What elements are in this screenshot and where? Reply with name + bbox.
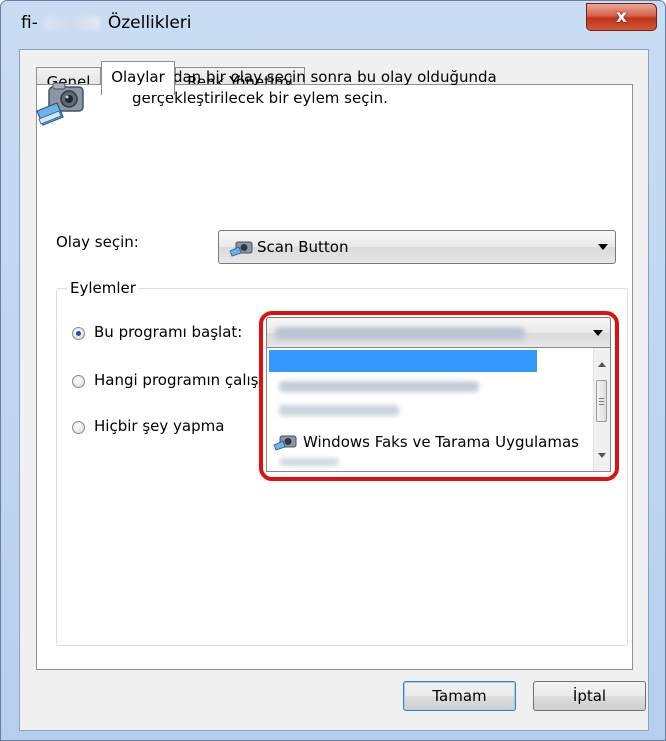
ok-button-label: Tamam [432, 687, 487, 705]
redacted-list-item [279, 405, 399, 416]
redacted-list-item [279, 381, 479, 392]
chevron-down-icon [593, 330, 603, 336]
cancel-button-label: İptal [572, 687, 607, 705]
radio-ask-program[interactable] [72, 375, 85, 388]
radio-do-nothing[interactable] [72, 421, 85, 434]
window-title: fi- Özellikleri [21, 13, 192, 33]
redacted-selected-program [275, 327, 525, 340]
event-select-value: Scan Button [257, 238, 349, 256]
instruction-text: Aşağıdan bir olay seçin sonra bu olay ol… [132, 67, 552, 109]
properties-window: fi- Özellikleri x Genel Olaylar Renk Yöne… [0, 0, 666, 741]
list-item-windows-fax-scan[interactable]: Windows Faks ve Tarama Uygulamas [269, 431, 579, 453]
scroll-down-icon[interactable] [598, 453, 606, 458]
event-select-label: Olay seçin: [56, 233, 139, 251]
title-bar[interactable]: fi- Özellikleri x [1, 1, 665, 45]
radio-start-program-label: Bu programı başlat: [94, 323, 243, 341]
redacted-device-name [43, 16, 100, 30]
instruction-line-2: gerçekleştirilecek bir eylem seçin. [132, 89, 388, 107]
list-item-selected[interactable] [269, 350, 537, 372]
list-scrollbar[interactable] [593, 348, 610, 471]
program-options-list[interactable]: Windows Faks ve Tarama Uygulamas [266, 347, 611, 472]
close-icon: x [616, 7, 627, 27]
radio-ask-program-label: Hangi programın çalış [94, 371, 259, 389]
scanner-camera-icon [36, 82, 84, 126]
title-prefix: fi- [21, 13, 38, 33]
cancel-button[interactable]: İptal [533, 681, 646, 711]
title-suffix: Özellikleri [107, 13, 192, 33]
scroll-up-icon[interactable] [598, 362, 606, 367]
close-button[interactable]: x [586, 3, 657, 31]
scanner-icon [273, 435, 297, 451]
chevron-down-icon [598, 244, 608, 250]
radio-start-program[interactable] [72, 327, 85, 340]
tab-label: Olaylar [111, 67, 165, 86]
ok-button[interactable]: Tamam [403, 681, 516, 711]
scroll-thumb[interactable] [596, 380, 607, 422]
tab-olaylar[interactable]: Olaylar [101, 61, 175, 95]
instruction-line-1: Aşağıdan bir olay seçin sonra bu olay ol… [132, 68, 497, 86]
scanner-icon [229, 241, 253, 257]
event-select-dropdown[interactable]: Scan Button [218, 230, 616, 264]
actions-group-label: Eylemler [67, 279, 139, 297]
program-select-dropdown[interactable] [266, 317, 611, 349]
list-item-label: Windows Faks ve Tarama Uygulamas [303, 433, 579, 451]
redacted-list-item [279, 458, 339, 466]
radio-do-nothing-label: Hiçbir şey yapma [94, 417, 225, 435]
